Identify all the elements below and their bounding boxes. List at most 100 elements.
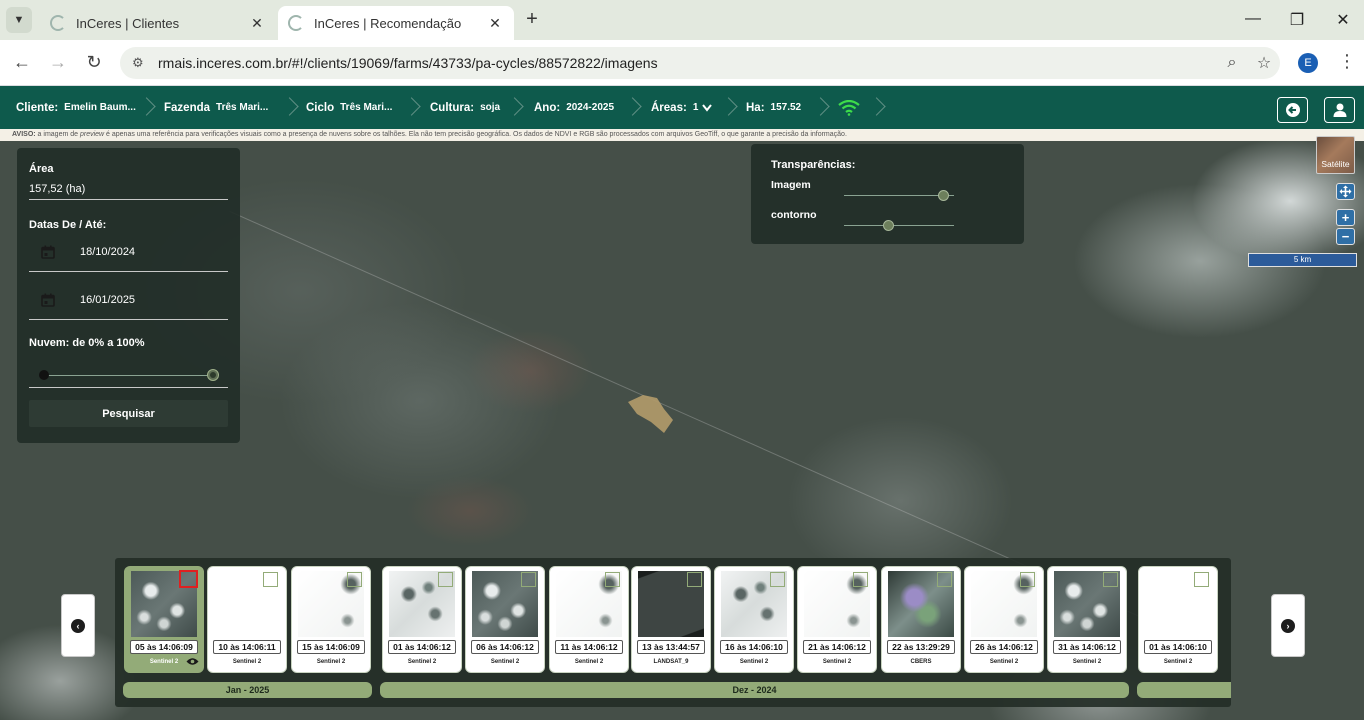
browser-tab-bar: ▼ InCeres | Clientes ✕ InCeres | Recomen… [0,0,1364,40]
crumb-label: Ha: [746,101,765,114]
crumb-cliente[interactable]: Cliente: Emelin Baum... [16,86,136,129]
contour-opacity-slider[interactable] [844,225,954,226]
thumbnail-checkbox[interactable] [1194,572,1209,587]
loading-icon [50,15,66,31]
image-thumbnail[interactable]: 15 às 14:06:09 Sentinel 2 [291,566,371,673]
image-thumbnail[interactable]: 05 às 14:06:09 Sentinel 2 [124,566,204,673]
pan-button[interactable] [1336,183,1355,200]
image-thumbnail[interactable]: 01 às 14:06:12 Sentinel 2 [382,566,462,673]
back-button[interactable] [1277,97,1308,123]
user-icon [1333,103,1346,117]
cloud-max-handle[interactable] [207,369,219,381]
image-thumbnail[interactable]: 06 às 14:06:12 Sentinel 2 [465,566,545,673]
contour-opacity-handle[interactable] [883,220,894,231]
site-settings-icon[interactable]: ⚙ [132,55,150,71]
image-thumbnail[interactable]: 01 às 14:06:10 Sentinel 2 [1138,566,1218,673]
bookmark-star-icon[interactable]: ☆ [1248,53,1280,73]
area-label: Área [29,163,54,175]
contour-opacity-label: contorno [771,209,817,221]
thumbnail-checkbox[interactable] [853,572,868,587]
thumbnail-date: 15 às 14:06:09 [297,640,365,654]
cloud-label: Nuvem: de 0% a 100% [29,337,145,349]
address-bar[interactable]: ⚙ rmais.inceres.com.br/#!/clients/19069/… [120,47,1280,79]
notice-italic: preview [79,131,105,138]
thumbnail-checkbox[interactable] [1103,572,1118,587]
image-thumbnail[interactable]: 10 às 14:06:11 Sentinel 2 [207,566,287,673]
thumbnail-checkbox[interactable] [937,572,952,587]
profile-avatar[interactable]: E [1298,53,1318,73]
eye-icon[interactable] [186,657,199,666]
forward-arrow-icon[interactable]: → [47,52,69,73]
browser-menu-icon[interactable]: ⋮ [1338,51,1356,72]
cloud-slider-track[interactable] [44,375,213,376]
close-tab-icon[interactable]: ✕ [486,15,504,32]
image-thumbnail[interactable]: 31 às 14:06:12 Sentinel 2 [1047,566,1127,673]
notice-prefix: AVISO: [12,131,36,138]
user-menu-button[interactable] [1324,97,1355,123]
cloud-min-handle[interactable] [39,370,49,380]
browser-tab-clientes[interactable]: InCeres | Clientes ✕ [40,6,276,40]
crumb-label: Cliente: [16,101,59,114]
close-window-icon[interactable]: ✕ [1333,10,1353,30]
image-thumbnail[interactable]: 16 às 14:06:10 Sentinel 2 [714,566,794,673]
image-thumbnail[interactable]: 11 às 14:06:12 Sentinel 2 [549,566,629,673]
image-thumbnail[interactable]: 21 às 14:06:12 Sentinel 2 [797,566,877,673]
image-opacity-handle[interactable] [938,190,949,201]
crumb-areas[interactable]: Áreas: 1 [651,86,713,129]
tab-title: InCeres | Clientes [76,15,180,31]
crumb-ciclo[interactable]: Ciclo Três Mari... [306,86,392,129]
url-text[interactable]: rmais.inceres.com.br/#!/clients/19069/fa… [158,55,1216,71]
chevron-right-icon [140,97,154,119]
strip-next-button[interactable]: › [1271,594,1305,657]
close-tab-icon[interactable]: ✕ [248,15,266,32]
thumbnail-checkbox[interactable] [521,572,536,587]
divider [29,199,228,200]
crumb-value: soja [480,102,501,113]
crumb-cultura[interactable]: Cultura: soja [430,86,500,129]
crumb-ha: Ha: 157.52 [746,86,801,129]
calendar-icon[interactable] [41,293,55,307]
thumbnail-date: 06 às 14:06:12 [471,640,539,654]
zoom-icon[interactable]: ⌕ [1216,54,1248,72]
date-to-input[interactable]: 16/01/2025 [80,294,135,306]
new-tab-icon[interactable]: + [520,8,544,31]
restore-icon[interactable]: ❐ [1287,10,1307,30]
thumbnail-sensor: Sentinel 2 [989,659,1019,665]
divider [29,387,228,388]
tab-search-button[interactable]: ▼ [6,7,32,33]
thumbnail-checkbox[interactable] [687,572,702,587]
crumb-ano[interactable]: Ano: 2024-2025 [534,86,614,129]
thumbnail-checkbox[interactable] [770,572,785,587]
arrow-left-icon [1285,103,1300,117]
image-thumbnail[interactable]: 22 às 13:29:29 CBERS [881,566,961,673]
calendar-icon[interactable] [41,245,55,259]
image-thumbnail[interactable]: 13 às 13:44:57 LANDSAT_9 [631,566,711,673]
search-button[interactable]: Pesquisar [29,400,228,427]
date-from-input[interactable]: 18/10/2024 [80,246,135,258]
field-polygon[interactable] [627,392,675,434]
back-arrow-icon[interactable]: ← [11,52,33,73]
thumbnail-checkbox[interactable] [438,572,453,587]
thumbnail-sensor: LANDSAT_9 [653,659,689,665]
thumbnail-checkbox[interactable] [263,572,278,587]
thumbnail-sensor: Sentinel 2 [1163,659,1193,665]
strip-prev-button[interactable]: ‹ [61,594,95,657]
zoom-in-button[interactable]: + [1336,209,1355,226]
thumbnail-checkbox[interactable] [179,570,198,588]
thumbnail-checkbox[interactable] [605,572,620,587]
month-group-jan-2025: Jan - 2025 [123,682,372,698]
chevron-right-icon [814,97,828,119]
minimize-icon[interactable]: — [1243,10,1263,28]
reload-icon[interactable]: ↻ [83,52,105,73]
thumbnail-date: 10 às 14:06:11 [213,640,281,654]
crumb-value: 1 [692,102,699,113]
zoom-out-button[interactable]: − [1336,228,1355,245]
crumb-fazenda[interactable]: Fazenda Três Mari... [164,86,268,129]
thumbnail-checkbox[interactable] [347,572,362,587]
browser-tab-recomendacao[interactable]: InCeres | Recomendação ✕ [278,6,514,40]
thumbnail-date: 31 às 14:06:12 [1053,640,1121,654]
thumbnail-checkbox[interactable] [1020,572,1035,587]
satellite-layer-button[interactable]: Satélite [1316,136,1355,174]
thumbnail-date: 05 às 14:06:09 [130,640,198,654]
image-thumbnail[interactable]: 26 às 14:06:12 Sentinel 2 [964,566,1044,673]
